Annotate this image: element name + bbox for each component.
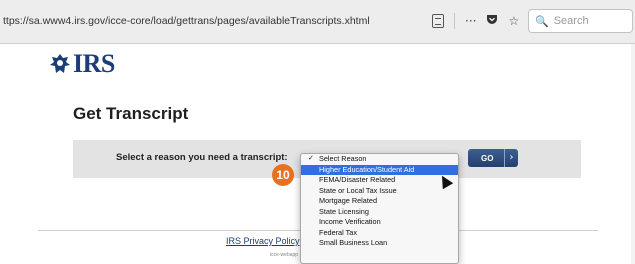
address-bar[interactable]: ttps://sa.www4.irs.gov/icce-core/load/ge…	[0, 8, 418, 34]
option-label: Select Reason	[319, 154, 367, 163]
reason-dropdown-list[interactable]: ✓ Select Reason Higher Education/Student…	[300, 153, 459, 264]
toolbar-separator	[454, 13, 455, 29]
option-label: Mortgage Related	[319, 196, 378, 205]
option-label: Small Business Loan	[319, 238, 388, 247]
privacy-policy-link[interactable]: IRS Privacy Policy	[226, 236, 300, 246]
dropdown-option-income-verification[interactable]: Income Verification	[301, 217, 458, 228]
dropdown-option-state-licensing[interactable]: State Licensing	[301, 207, 458, 218]
logo-wordmark: IRS	[73, 49, 115, 78]
dropdown-option-federal-tax[interactable]: Federal Tax	[301, 228, 458, 239]
option-label: Higher Education/Student Aid	[319, 164, 415, 174]
page-actions-menu-icon[interactable]: ···	[465, 10, 476, 32]
search-placeholder: Search	[553, 15, 589, 27]
dropdown-option-higher-education[interactable]: Higher Education/Student Aid	[301, 164, 458, 175]
reason-prompt-label: Select a reason you need a transcript:	[116, 152, 288, 163]
page-edge	[631, 44, 635, 264]
page-title: Get Transcript	[73, 104, 189, 123]
search-icon: 🔍	[535, 14, 549, 28]
chevron-right-icon: ›	[504, 149, 518, 167]
dropdown-option-fema[interactable]: FEMA/Disaster Related	[301, 175, 458, 186]
option-label: Income Verification	[319, 217, 381, 226]
dropdown-option-mortgage[interactable]: Mortgage Related	[301, 196, 458, 207]
option-label: Federal Tax	[319, 227, 357, 237]
bookmark-star-icon[interactable]: ☆	[508, 10, 519, 32]
checkmark-icon: ✓	[308, 155, 314, 162]
search-box[interactable]: 🔍 Search	[528, 9, 633, 33]
pocket-icon[interactable]	[486, 10, 498, 32]
go-button-label: GO	[481, 153, 494, 163]
irs-logo[interactable]: IRS	[49, 49, 115, 79]
option-label: State Licensing	[319, 206, 369, 216]
reader-view-icon[interactable]	[432, 14, 444, 28]
dropdown-option-small-business-loan[interactable]: Small Business Loan	[301, 238, 458, 249]
irs-eagle-icon	[50, 54, 70, 73]
option-label: State or Local Tax Issue	[319, 185, 397, 195]
dropdown-option-select-reason[interactable]: ✓ Select Reason	[301, 154, 458, 165]
toolbar-icons: ··· ☆	[432, 10, 519, 32]
dropdown-option-state-local-tax[interactable]: State or Local Tax Issue	[301, 186, 458, 197]
go-button[interactable]: GO ›	[468, 149, 518, 167]
option-label: FEMA/Disaster Related	[319, 175, 396, 184]
footer-note: icce-webapp	[270, 252, 299, 258]
step-badge: 10	[272, 164, 294, 186]
browser-toolbar: ttps://sa.www4.irs.gov/icce-core/load/ge…	[0, 0, 635, 44]
